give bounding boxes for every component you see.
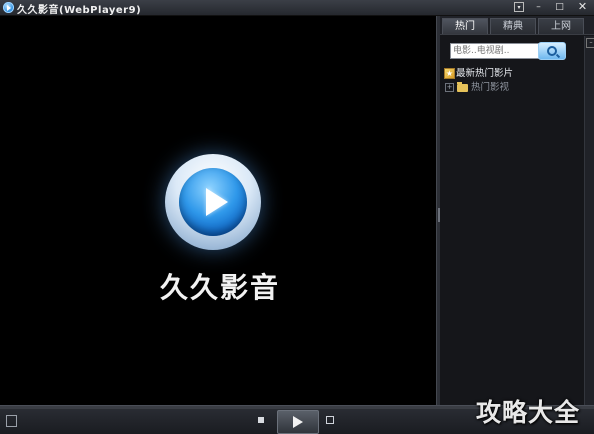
window-title: 久久影音(WebPlayer9) (17, 5, 142, 16)
tree-item-label: 最新热门影片 (456, 68, 514, 79)
panel-scrollbar[interactable]: – (584, 36, 594, 405)
title-bar: 久久影音(WebPlayer9) ▾ – □ ✕ (0, 0, 594, 16)
next-button[interactable] (326, 416, 334, 424)
play-button[interactable] (277, 410, 319, 434)
playlist-icon[interactable] (6, 415, 17, 427)
stop-button[interactable] (258, 417, 264, 423)
tree-item-hot-videos[interactable]: + 热门影视 (444, 81, 510, 94)
maximize-button[interactable]: □ (554, 2, 565, 12)
panel-tabs: 热门 精典 上网 (440, 16, 594, 35)
collapse-icon[interactable]: – (586, 38, 594, 48)
brand-name: 久久影音 (159, 271, 280, 304)
search-input[interactable] (450, 43, 541, 59)
play-logo-icon[interactable] (165, 154, 261, 250)
video-area[interactable]: 久久影音 (0, 16, 436, 405)
tree-item-label: 热门影视 (471, 82, 510, 93)
search-button[interactable] (538, 42, 566, 60)
menu-dropdown-button[interactable]: ▾ (514, 2, 524, 12)
side-panel: 热门 精典 上网 ★最新热门影片 + 热门影视 – (440, 16, 594, 405)
expand-icon[interactable]: + (445, 83, 454, 92)
play-triangle-icon (206, 188, 228, 216)
tab-classic[interactable]: 精典 (490, 18, 536, 34)
close-button[interactable]: ✕ (577, 1, 588, 12)
watermark: 攻略大全 (476, 398, 581, 427)
search-icon (547, 46, 557, 56)
tab-hot[interactable]: 热门 (442, 18, 488, 34)
minimize-button[interactable]: – (533, 2, 544, 12)
tab-online[interactable]: 上网 (538, 18, 584, 34)
tree-item-latest-hot[interactable]: ★ 最新热门影片 (444, 68, 513, 80)
folder-icon (457, 81, 468, 92)
logo-inner-circle (179, 168, 247, 236)
star-icon: ★ (444, 68, 455, 79)
app-logo-icon (3, 2, 14, 13)
